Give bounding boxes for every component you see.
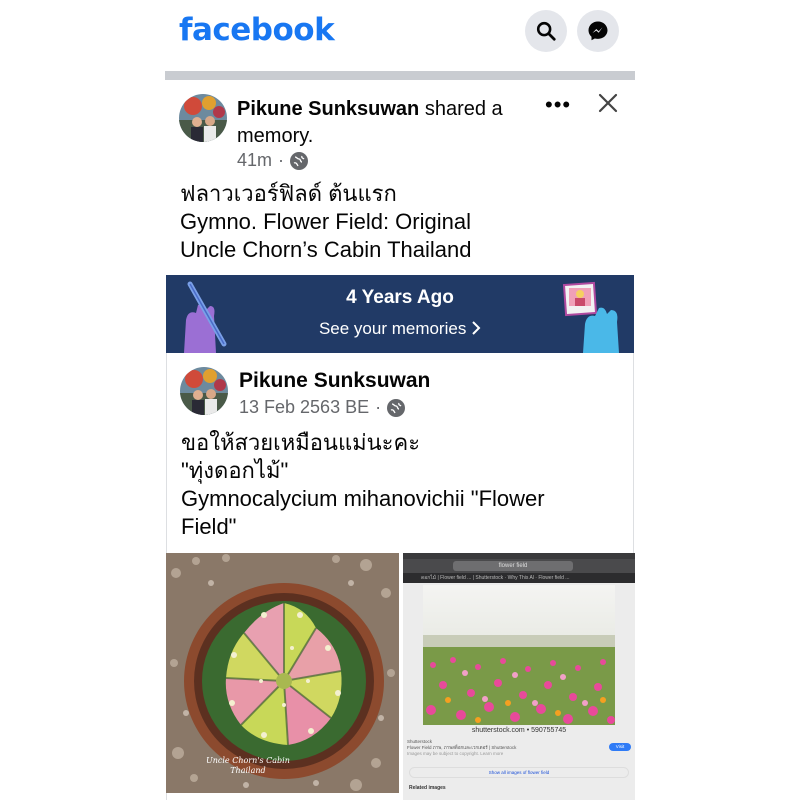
post-header-text: Pikune Sunksuwan shared a memory. xyxy=(237,96,537,150)
post-text-line: Field" xyxy=(181,514,237,539)
feed-post: Pikune Sunksuwan shared a memory. 41m · … xyxy=(165,80,635,800)
visit-button: Visit xyxy=(609,743,631,751)
screenshot-tabs: ดอกไม้ | Flower field ... | Shutterstock… xyxy=(403,573,635,583)
shared-author-name[interactable]: Pikune Sunksuwan xyxy=(239,369,430,393)
browser-screenshot-photo[interactable]: flower field ดอกไม้ | Flower field ... |… xyxy=(403,553,635,800)
search-icon xyxy=(536,21,556,41)
screenshot-url: flower field xyxy=(453,561,573,571)
shared-post-meta: 13 Feb 2563 BE · xyxy=(239,397,406,418)
post-text-line: "ทุ่งดอกไม้" xyxy=(181,458,289,483)
memories-banner[interactable]: 4 Years Ago See your memories xyxy=(166,275,634,353)
messenger-button[interactable] xyxy=(577,10,619,52)
shared-post-body: ขอให้สวยเหมือนแม่นะคะ "ทุ่งดอกไม้" Gymno… xyxy=(181,429,545,541)
post-text-line: Gymnocalycium mihanovichii "Flower xyxy=(181,486,545,511)
cactus-photo[interactable]: Uncle Chorn's Cabin Thailand xyxy=(166,553,399,793)
photo-watermark: Uncle Chorn's Cabin Thailand xyxy=(206,756,290,775)
hand-photo-illustration xyxy=(562,281,619,353)
post-text-line: Gymno. Flower Field: Original xyxy=(180,209,471,234)
chevron-right-icon xyxy=(472,321,481,335)
feed-divider xyxy=(165,71,635,80)
close-icon[interactable] xyxy=(597,92,619,114)
post-meta: 41m · xyxy=(237,150,309,171)
author-name[interactable]: Pikune Sunksuwan xyxy=(237,98,419,120)
shared-post-card[interactable]: Pikune Sunksuwan 13 Feb 2563 BE · ขอให้ส… xyxy=(166,353,635,800)
globe-icon xyxy=(387,398,406,417)
facebook-logo[interactable]: facebook xyxy=(179,12,335,48)
related-images-heading: Related images xyxy=(409,785,446,791)
avatar[interactable] xyxy=(179,94,227,142)
search-button[interactable] xyxy=(525,10,567,52)
avatar[interactable] xyxy=(180,367,228,415)
globe-icon xyxy=(290,151,309,170)
post-time[interactable]: 41m xyxy=(237,150,272,171)
post-text-line: Uncle Chorn’s Cabin Thailand xyxy=(180,237,472,262)
top-bar: facebook xyxy=(165,0,635,70)
post-body: ฟลาวเวอร์ฟิลด์ ต้นแรก Gymno. Flower Fiel… xyxy=(180,180,471,264)
image-details: Shutterstock Flower Field ภาพ, ภาพสต็อกแ… xyxy=(407,739,517,756)
show-all-images-button: Show all images of flower field xyxy=(409,767,629,778)
image-credit: shutterstock.com • 590755745 xyxy=(471,727,567,734)
messenger-icon xyxy=(588,21,608,41)
post-text-line: ฟลาวเวอร์ฟิลด์ ต้นแรก xyxy=(180,181,397,206)
post-text-line: ขอให้สวยเหมือนแม่นะคะ xyxy=(181,430,421,455)
shared-post-date[interactable]: 13 Feb 2563 BE xyxy=(239,397,369,418)
more-options-icon[interactable]: ••• xyxy=(545,92,571,118)
flower-field-image xyxy=(423,585,615,725)
